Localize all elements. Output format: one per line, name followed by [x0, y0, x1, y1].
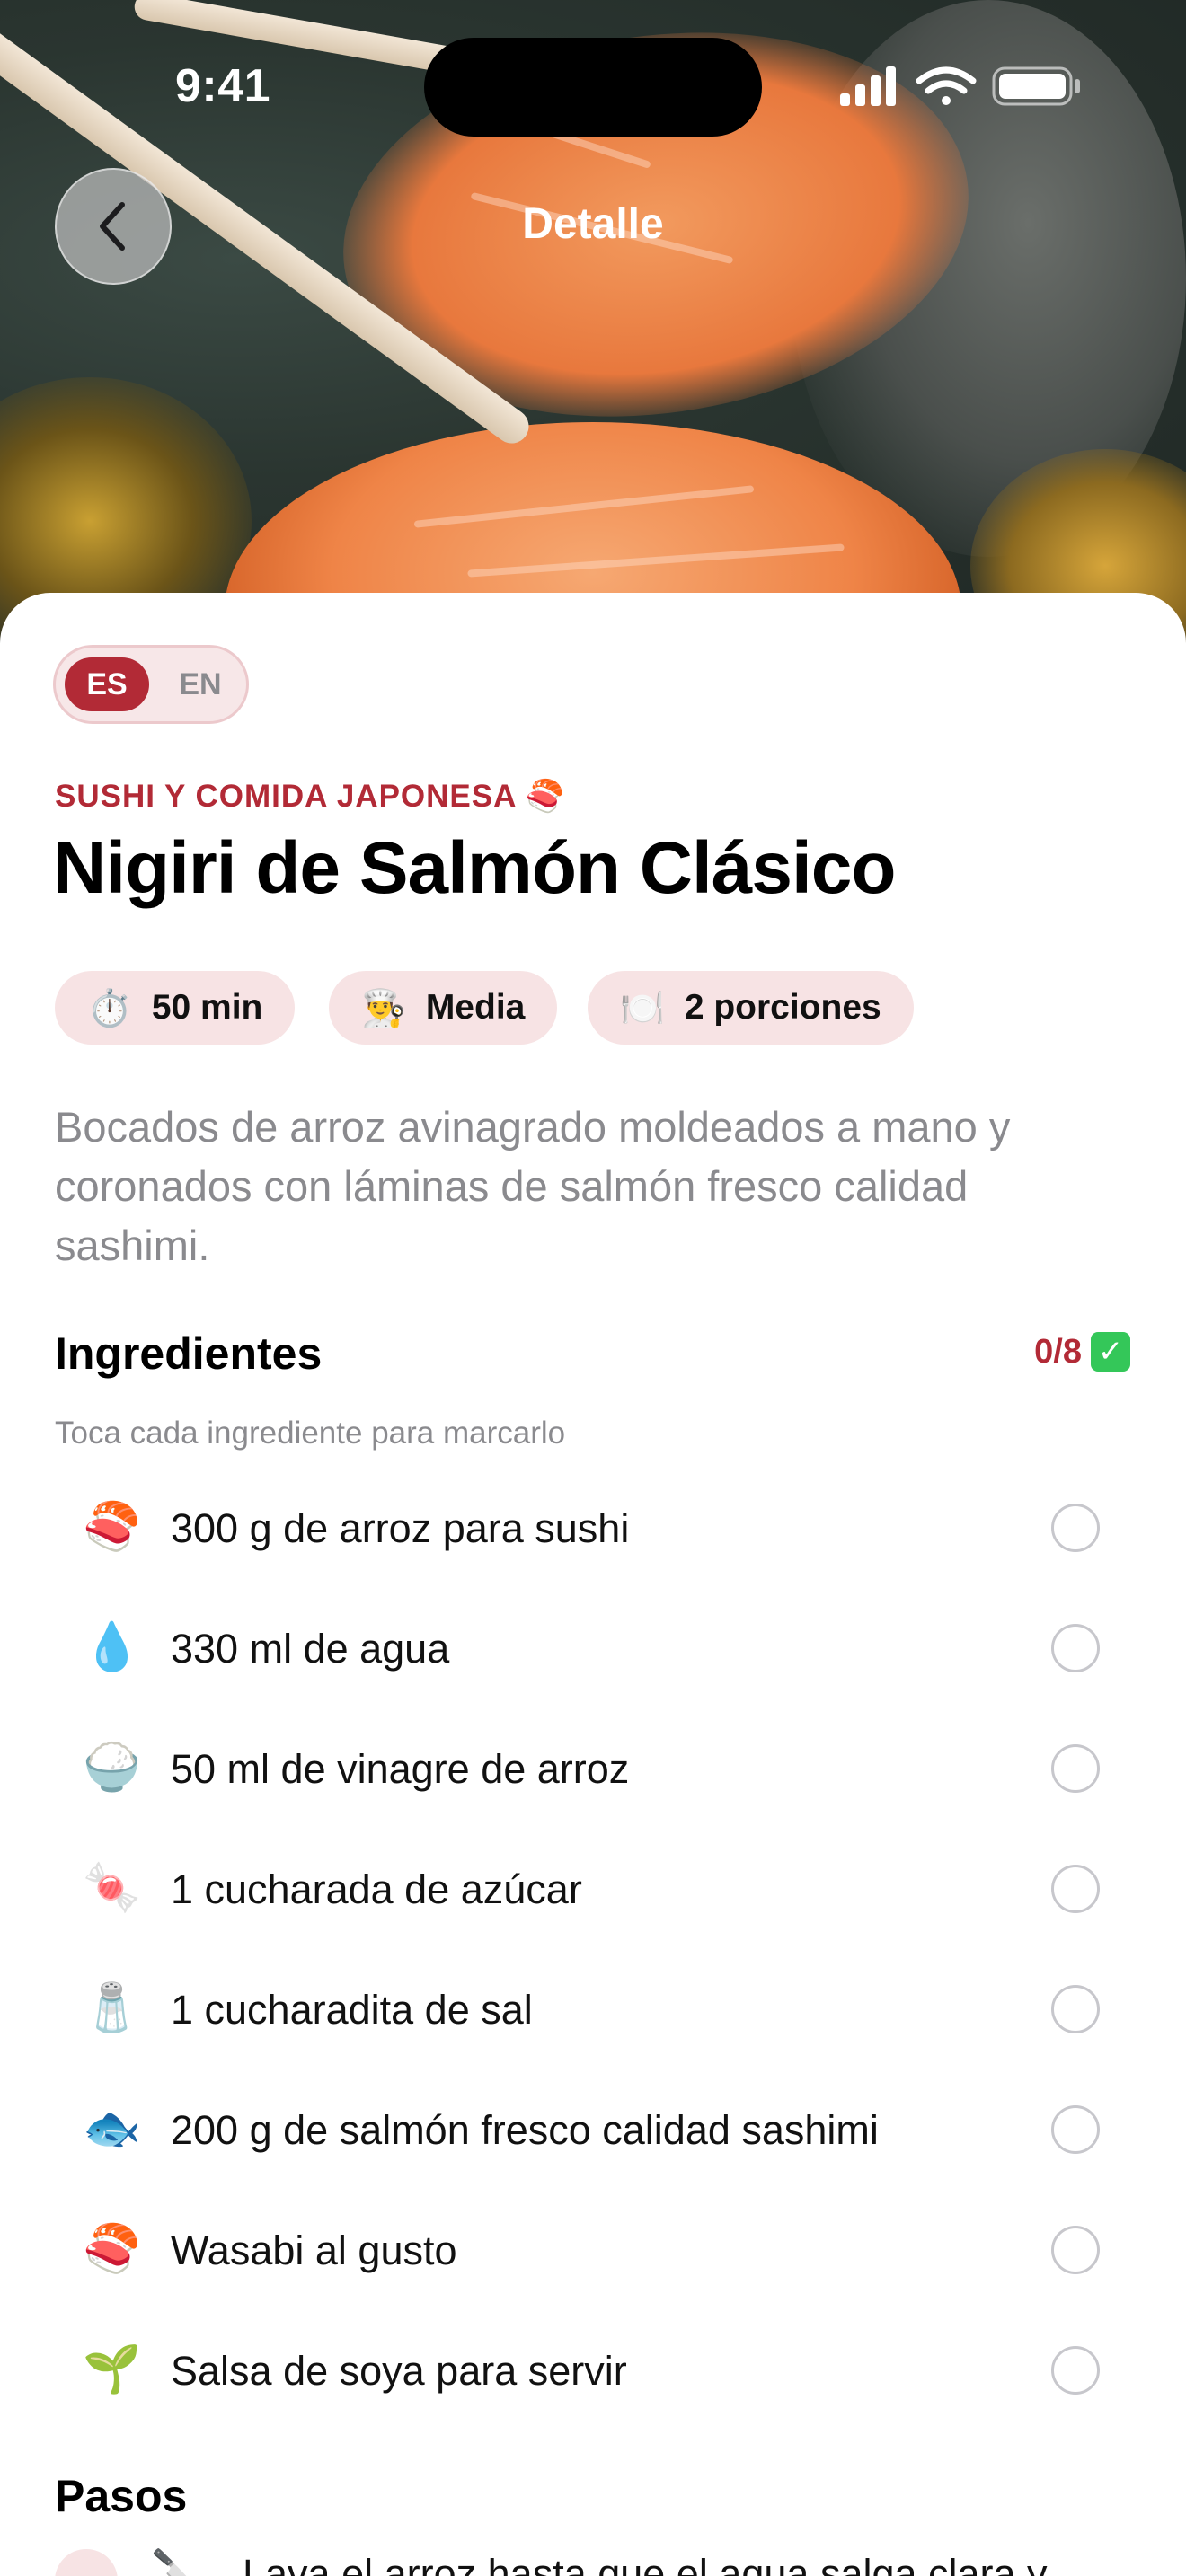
recipe-category: SUSHI Y COMIDA JAPONESA 🍣 [55, 779, 566, 814]
sushi-icon: 🍣 [83, 1501, 141, 1553]
plate-icon: 🍽️ [620, 988, 665, 1028]
ingredient-row[interactable]: 🍣 300 g de arroz para sushi [0, 1473, 1186, 1581]
ingredient-row[interactable]: 🍣 Wasabi al gusto [0, 2195, 1186, 2303]
servings-chip-label: 2 porciones [684, 988, 881, 1027]
back-button[interactable] [55, 168, 172, 285]
nav-title: Detalle [522, 200, 664, 248]
signal-icon [840, 66, 896, 106]
rice-bowl-icon: 🍚 [83, 1742, 141, 1794]
status-icons [840, 66, 1080, 106]
difficulty-chip-label: Media [425, 988, 526, 1027]
ingredient-checkbox[interactable] [1051, 1985, 1100, 2033]
ingredient-checkbox[interactable] [1051, 2346, 1100, 2395]
ingredient-row[interactable]: 🍚 50 ml de vinagre de arroz [0, 1714, 1186, 1822]
ingredient-checkbox[interactable] [1051, 1865, 1100, 1913]
stopwatch-icon: ⏱️ [87, 988, 132, 1028]
difficulty-chip: 👨‍🍳 Media [329, 971, 558, 1045]
status-time: 9:41 [175, 60, 271, 112]
salt-shaker-icon: 🧂 [83, 1982, 141, 2034]
ingredient-checkbox[interactable] [1051, 2226, 1100, 2274]
sushi-icon: 🍣 [83, 2223, 141, 2275]
dynamic-island [424, 38, 762, 137]
ingredient-label: 330 ml de agua [171, 1626, 450, 1672]
chevron-left-icon [100, 202, 125, 251]
ingredient-row[interactable]: 🧂 1 cucharadita de sal [0, 1954, 1186, 2062]
ingredient-row[interactable]: 🐟 200 g de salmón fresco calidad sashimi [0, 2075, 1186, 2183]
ingredient-checkbox[interactable] [1051, 1744, 1100, 1793]
battery-icon [992, 66, 1080, 106]
ingredients-title: Ingredientes [55, 1328, 323, 1379]
fish-icon: 🐟 [83, 2103, 141, 2155]
language-toggle[interactable]: ES EN [53, 645, 249, 724]
ingredient-checkbox[interactable] [1051, 1504, 1100, 1552]
servings-chip: 🍽️ 2 porciones [588, 971, 914, 1045]
ingredients-counter: 0/8 ✓ [1034, 1332, 1130, 1372]
ingredient-label: 1 cucharadita de sal [171, 1987, 533, 2033]
droplet-icon: 💧 [83, 1621, 141, 1673]
ingredient-label: 200 g de salmón fresco calidad sashimi [171, 2107, 879, 2153]
language-option-en[interactable]: EN [158, 657, 243, 711]
steps-title: Pasos [55, 2471, 188, 2521]
knife-icon: 🔪 [151, 2548, 200, 2576]
ingredients-counter-value: 0/8 [1034, 1332, 1082, 1371]
recipe-description: Bocados de arroz avinagrado moldeados a … [55, 1103, 1011, 1269]
ingredient-checkbox[interactable] [1051, 2105, 1100, 2154]
ingredient-label: Wasabi al gusto [171, 2228, 457, 2273]
ingredient-label: 300 g de arroz para sushi [171, 1505, 630, 1551]
ingredients-hint: Toca cada ingrediente para marcarlo [55, 1416, 566, 1451]
ingredient-label: 1 cucharada de azúcar [171, 1866, 582, 1912]
ingredient-checkbox[interactable] [1051, 1624, 1100, 1672]
seedling-icon: 🌱 [83, 2343, 141, 2395]
language-option-es[interactable]: ES [65, 657, 149, 711]
wifi-icon [916, 66, 977, 105]
ingredient-row[interactable]: 💧 330 ml de agua [0, 1593, 1186, 1701]
step-text: Lava el arroz hasta que el agua salga cl… [243, 2551, 1048, 2576]
ingredient-label: Salsa de soya para servir [171, 2348, 627, 2394]
candy-icon: 🍬 [83, 1862, 141, 1914]
ingredient-row[interactable]: 🌱 Salsa de soya para servir [0, 2316, 1186, 2423]
ingredient-label: 50 ml de vinagre de arroz [171, 1746, 630, 1792]
checkmark-icon: ✓ [1091, 1332, 1130, 1372]
recipe-title: Nigiri de Salmón Clásico [53, 827, 896, 909]
time-chip: ⏱️ 50 min [55, 971, 296, 1045]
ingredient-row[interactable]: 🍬 1 cucharada de azúcar [0, 1834, 1186, 1942]
chef-icon: 👨‍🍳 [361, 988, 406, 1028]
time-chip-label: 50 min [151, 988, 263, 1027]
